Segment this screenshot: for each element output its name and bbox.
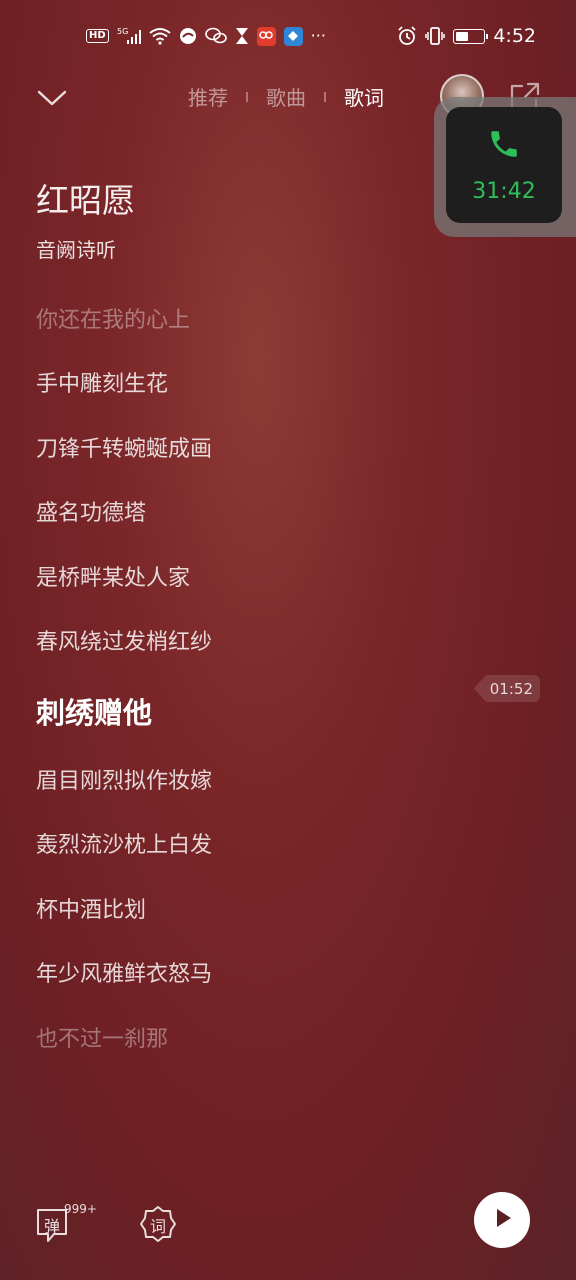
status-bar: HD 5G ··· 4:52 [0, 0, 576, 72]
lyric-line[interactable]: 刀锋千转蜿蜒成画 [36, 431, 212, 463]
lyric-line[interactable]: 春风绕过发梢红纱 [36, 624, 212, 656]
status-time: 4:52 [493, 25, 536, 47]
lyric-line[interactable]: 是桥畔某处人家 [36, 560, 190, 592]
tab-recommend[interactable]: 推荐 [188, 82, 228, 111]
phone-icon [487, 127, 521, 165]
app-blue-icon [283, 26, 303, 46]
call-timer: 31:42 [472, 178, 536, 204]
tab-bar: 推荐 歌曲 歌词 [188, 82, 384, 111]
lyric-line[interactable]: 杯中酒比划 [36, 892, 146, 924]
tab-song[interactable]: 歌曲 [266, 82, 306, 111]
lyric-line[interactable]: 年少风雅鲜衣怒马 [36, 956, 212, 988]
lyric-line[interactable]: 轰烈流沙枕上白发 [36, 827, 212, 859]
wechat-icon [204, 27, 227, 45]
seek-time: 01:52 [489, 679, 533, 698]
lyric-line[interactable]: 手中雕刻生花 [36, 366, 168, 398]
seek-time-bubble[interactable]: 01:52 [474, 675, 540, 702]
tab-divider [246, 91, 248, 102]
hd-icon: HD [86, 29, 109, 43]
lyric-style-button[interactable]: 词 [138, 1204, 178, 1244]
call-float-widget[interactable]: 31:42 [434, 97, 576, 237]
more-icon: ··· [310, 26, 326, 45]
lyric-line[interactable]: 也不过一刹那 [36, 1021, 168, 1053]
lyric-line[interactable]: 盛名功德塔 [36, 495, 146, 527]
svg-text:5G: 5G [117, 27, 128, 36]
status-right-icons: 4:52 [397, 25, 536, 47]
lyric-line[interactable]: 你还在我的心上 [36, 302, 190, 334]
alarm-icon [397, 26, 417, 46]
battery-fill [456, 31, 469, 41]
status-left-icons: HD 5G ··· [86, 26, 326, 46]
vibrate-icon [425, 26, 446, 46]
play-icon [490, 1206, 514, 1234]
play-button[interactable] [474, 1192, 530, 1248]
lyric-line-current[interactable]: 刺绣赠他 [36, 690, 152, 732]
signal-5g-icon: 5G [117, 26, 141, 46]
lyric-line[interactable]: 眉目刚烈拟作妆嫁 [36, 763, 212, 795]
bottom-bar: 弹 999+ 词 [0, 1180, 576, 1260]
song-title: 红昭愿 [36, 181, 135, 220]
call-widget-inner: 31:42 [446, 107, 562, 223]
tab-lyrics[interactable]: 歌词 [344, 82, 384, 111]
danmu-label: 弹 [44, 1217, 61, 1236]
danmu-count-badge: 999+ [64, 1202, 97, 1216]
song-artist[interactable]: 音阙诗听 [36, 234, 116, 263]
wifi-icon [149, 27, 171, 45]
collapse-chevron-icon[interactable] [34, 80, 70, 116]
browser-icon [179, 27, 197, 45]
app-red-icon [256, 26, 276, 46]
tab-divider [324, 91, 326, 102]
lyric-style-label: 词 [150, 1217, 167, 1236]
hourglass-icon [235, 27, 249, 45]
battery-icon [453, 28, 489, 44]
